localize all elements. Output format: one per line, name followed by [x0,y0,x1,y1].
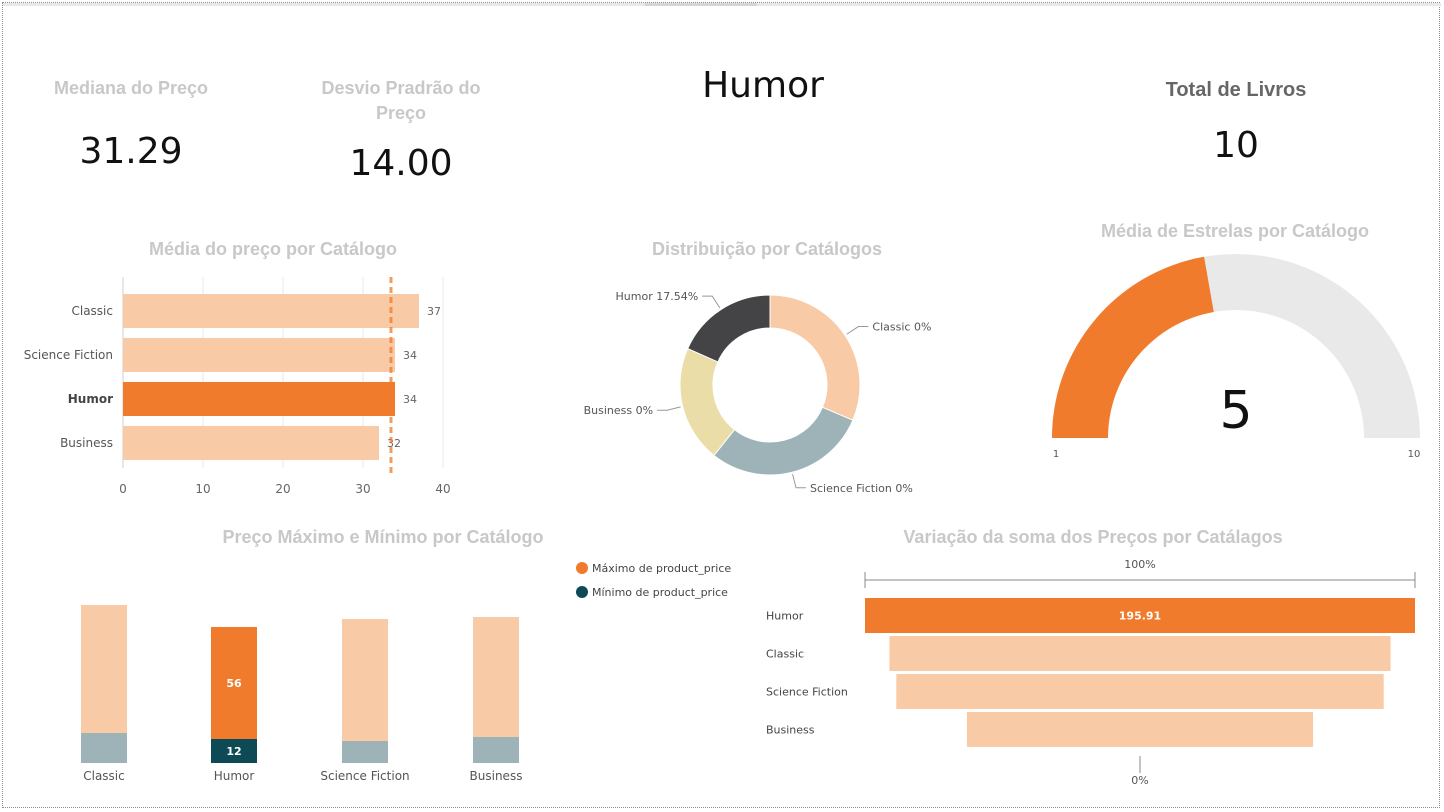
funnel-chart[interactable]: 100% Humor 195.91 Classic Science Fiction Bus… [743,553,1433,793]
avg-price-title: Média do preço por Catálogo [148,239,398,259]
data-label: 56 [226,677,242,690]
slice-label: Humor 17.54% [616,290,699,303]
x-tick-label: 40 [435,482,450,496]
selected-catalog-title: Humor [702,65,824,106]
max-min-chart[interactable]: Classic 56 12 Humor Science Fiction Business M… [3,553,763,793]
leader-line [702,295,721,309]
leader-line [792,474,807,489]
funnel-bottom-label: 0% [1131,774,1148,787]
bar-min-business [473,737,519,763]
legend-marker [576,562,588,574]
legend-marker [576,586,588,598]
x-tick-label: 30 [355,482,370,496]
slice-label: Business 0% [584,404,653,417]
category-label: Science Fiction [24,348,113,362]
category-label: Humor [766,610,804,623]
slice-label: Science Fiction 0% [810,482,913,495]
x-tick-label: 20 [275,482,290,496]
data-label: 195.91 [1119,610,1161,623]
top-border [3,3,1441,6]
funnel-title: Variação da soma dos Preços por Catálago… [903,527,1283,547]
leader-line [657,406,681,411]
data-label: 32 [387,437,401,450]
data-label: 34 [403,349,417,362]
funnel-bar-business [966,712,1314,747]
total-books-label: Total de Livros [1165,79,1307,101]
total-books-value: 10 [1213,125,1259,166]
bar-max-classic [81,605,127,733]
avg-stars-gauge[interactable]: 5 1 10 [1038,248,1438,468]
funnel-top-label: 100% [1124,558,1155,571]
category-label: Science Fiction [766,686,848,699]
legend-label: Mínimo de product_price [592,586,728,599]
gauge-max-label: 10 [1408,449,1421,460]
leader-line [846,326,869,335]
bar-business [123,426,379,460]
slice-label: Classic 0% [872,321,931,334]
bar-humor [123,382,395,416]
data-label: 34 [403,393,417,406]
category-label: Humor [68,392,113,406]
distribution-donut-chart[interactable]: Classic 0% Science Fiction 0% Business 0% H… [573,273,953,503]
legend-label: Máximo de product_price [592,562,731,575]
median-value: 31.29 [79,131,183,172]
category-label: Classic [83,769,125,783]
bar-max-business [473,617,519,737]
slice-classic [769,294,861,421]
report-canvas: Mediana do Preço 31.29 Desvio Pradrão do… [2,2,1441,808]
stddev-value: 14.00 [349,143,453,184]
avg-stars-title: Média de Estrelas por Catálogo [1100,221,1370,241]
bar-min-science-fiction [342,741,388,763]
max-min-title: Preço Máximo e Mínimo por Catálogo [222,527,544,547]
category-label: Classic [71,304,113,318]
gauge-min-label: 1 [1053,449,1059,460]
distribution-title: Distribuição por Catálogos [651,239,883,259]
avg-price-chart[interactable]: 0 10 20 30 40 Classic 37 Science Fiction 34 Humor… [3,263,483,503]
median-label: Mediana do Preço [53,78,209,98]
data-label: 12 [226,745,241,758]
bar-classic [123,294,419,328]
bar-science-fiction [123,338,395,372]
funnel-bar-classic [889,636,1391,671]
stddev-label: Desvio Pradrão do Preço [321,78,481,123]
gauge-value: 5 [1219,381,1252,441]
category-label: Business [766,724,815,737]
x-tick-label: 0 [119,482,127,496]
category-label: Humor [214,769,255,783]
category-label: Business [470,769,523,783]
bar-max-science-fiction [342,619,388,741]
category-label: Classic [766,648,804,661]
x-tick-label: 10 [195,482,210,496]
drag-handle[interactable] [645,3,757,6]
bar-min-classic [81,733,127,763]
slice-business [679,347,736,457]
funnel-bar-science-fiction [896,674,1384,709]
category-label: Science Fiction [320,769,409,783]
data-label: 37 [427,305,441,318]
gauge-fill [1052,256,1214,438]
slice-humor [687,294,771,363]
category-label: Business [60,436,113,450]
slice-science [713,406,854,476]
